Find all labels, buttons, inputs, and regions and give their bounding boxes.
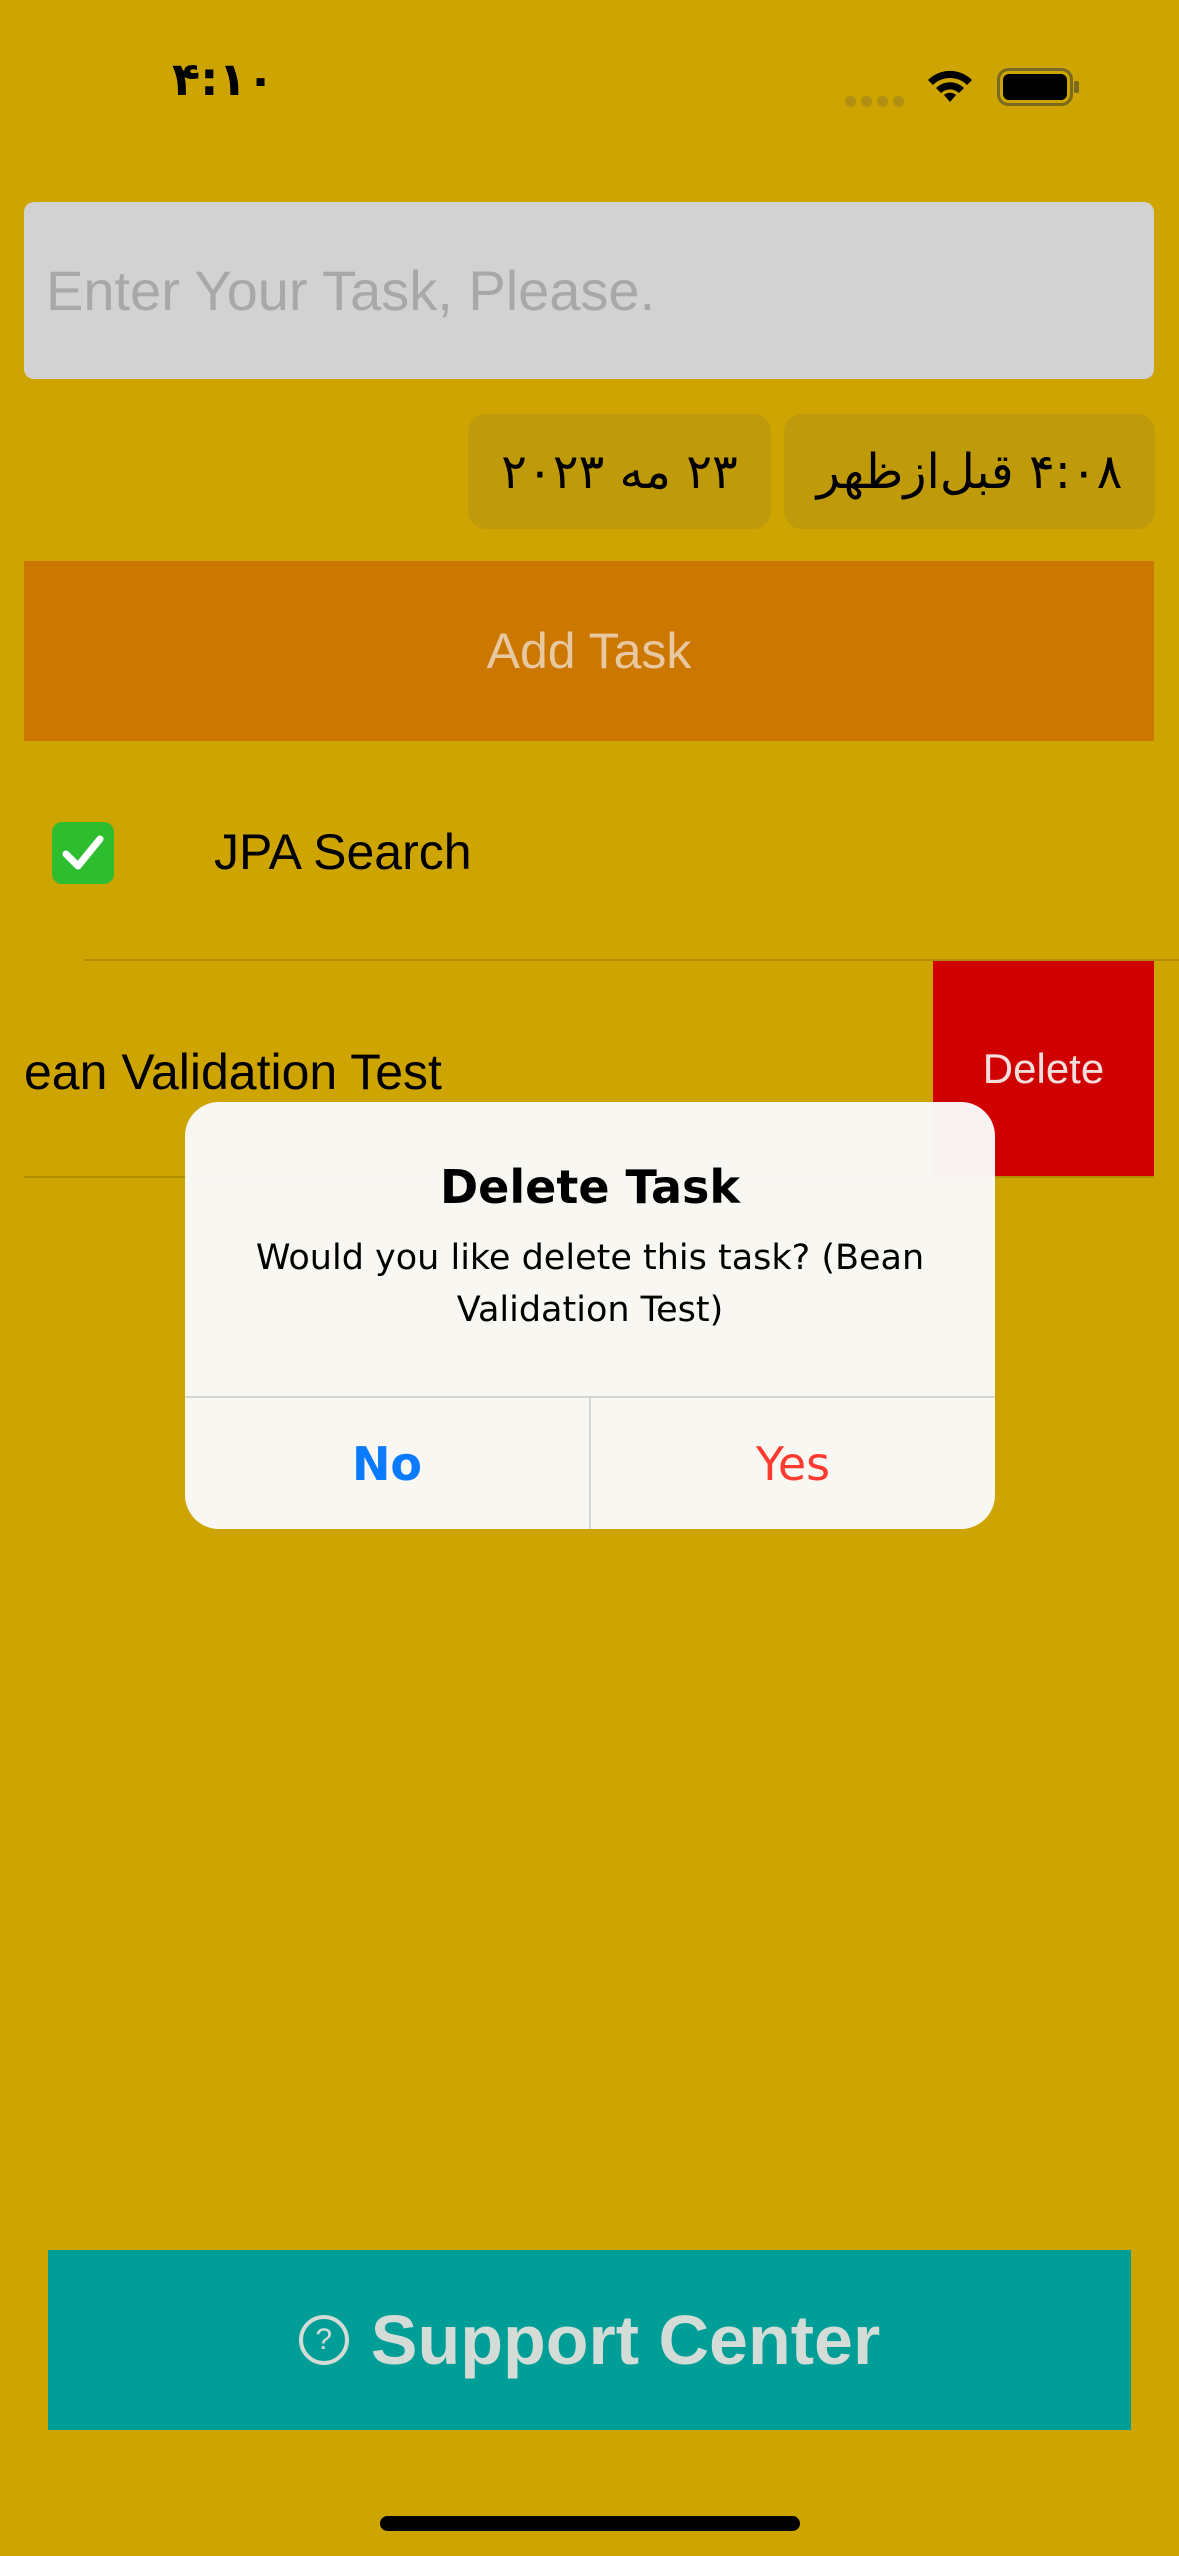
alert-no-button[interactable]: No (185, 1398, 589, 1529)
support-center-label: Support Center (370, 2301, 881, 2379)
checkmark-icon (52, 822, 114, 884)
date-picker-date-label: ۲۳ مه ۲۰۲۳ (501, 443, 738, 500)
wifi-icon (928, 70, 972, 102)
delete-task-alert: Delete Task Would you like delete this t… (185, 1102, 995, 1529)
question-circle-icon: ? (298, 2315, 349, 2365)
alert-title: Delete Task (439, 1160, 740, 1214)
task-input[interactable] (24, 202, 1154, 379)
task-label: JPA Search (214, 824, 472, 880)
date-picker-time-label: ۴:۰۸ قبل‌ازظهر (816, 443, 1123, 500)
add-task-button[interactable]: Add Task (24, 561, 1154, 741)
task-row[interactable]: JPA Search (0, 775, 1179, 960)
task-label: ean Validation Test (24, 1044, 442, 1100)
alert-message: Would you like delete this task? (Bean V… (255, 1238, 925, 1330)
date-picker-date[interactable]: ۲۳ مه ۲۰۲۳ (468, 414, 771, 529)
date-picker-time[interactable]: ۴:۰۸ قبل‌ازظهر (784, 414, 1155, 529)
signal-dots-icon (845, 96, 905, 108)
alert-yes-button[interactable]: Yes (591, 1398, 995, 1529)
battery-icon (997, 68, 1079, 106)
support-center-button[interactable]: ? Support Center (48, 2250, 1131, 2430)
status-time: ۴:۱۰ (172, 52, 275, 106)
home-indicator (380, 2516, 800, 2531)
status-bar: ۴:۱۰ (0, 0, 1179, 170)
